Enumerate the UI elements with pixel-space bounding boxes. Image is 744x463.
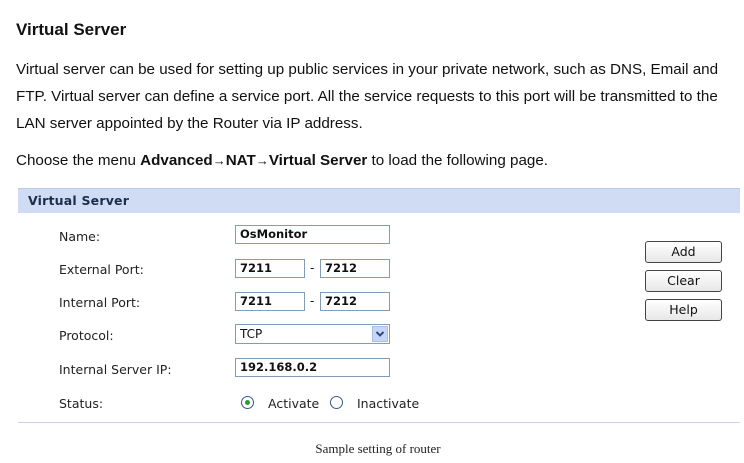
clear-button[interactable]: Clear <box>645 270 722 292</box>
menu-path-1: Advanced <box>140 152 213 169</box>
add-button[interactable]: Add <box>645 241 722 263</box>
arrow-right-icon: → <box>255 153 269 168</box>
server-ip-label: Internal Server IP: <box>59 362 172 377</box>
internal-port-from-input[interactable]: 7211 <box>235 292 305 311</box>
external-port-separator: - <box>310 261 315 275</box>
external-port-from-input[interactable]: 7211 <box>235 259 305 278</box>
figure-caption: Sample setting of router <box>315 441 441 456</box>
protocol-select-value: TCP <box>240 327 263 341</box>
doc-menu-instruction: Choose the menu Advanced→NAT→Virtual Ser… <box>16 149 548 173</box>
menu-path-2: NAT <box>225 152 256 169</box>
protocol-label: Protocol: <box>59 328 114 343</box>
status-activate-label[interactable]: Activate <box>268 396 319 411</box>
radio-selected-dot <box>245 400 250 405</box>
name-label: Name: <box>59 229 101 244</box>
external-port-label: External Port: <box>59 262 144 277</box>
status-inactivate-radio[interactable] <box>330 396 343 409</box>
panel-bottom-divider <box>18 422 740 423</box>
status-activate-radio[interactable] <box>241 396 254 409</box>
status-label: Status: <box>59 396 104 411</box>
doc-title: Virtual Server <box>16 20 127 39</box>
protocol-select[interactable]: TCP <box>235 324 390 344</box>
menu-prefix: Choose the menu <box>16 152 141 169</box>
panel-header: Virtual Server <box>18 188 740 213</box>
doc-paragraph: Virtual server can be used for setting u… <box>16 61 719 132</box>
virtual-server-panel: Virtual Server Name: OsMonitor External … <box>18 188 740 426</box>
chevron-down-icon[interactable] <box>372 326 388 342</box>
menu-suffix: to load the following page. <box>367 152 549 169</box>
internal-port-label: Internal Port: <box>59 295 141 310</box>
external-port-to-input[interactable]: 7212 <box>320 259 390 278</box>
status-inactivate-label[interactable]: Inactivate <box>357 396 419 411</box>
name-input[interactable]: OsMonitor <box>235 225 390 244</box>
panel-title: Virtual Server <box>28 193 130 208</box>
internal-port-to-input[interactable]: 7212 <box>320 292 390 311</box>
help-button[interactable]: Help <box>645 299 722 321</box>
menu-path-3: Virtual Server <box>268 152 368 169</box>
server-ip-input[interactable]: 192.168.0.2 <box>235 358 390 377</box>
arrow-right-icon: → <box>212 153 226 168</box>
internal-port-separator: - <box>310 294 315 308</box>
